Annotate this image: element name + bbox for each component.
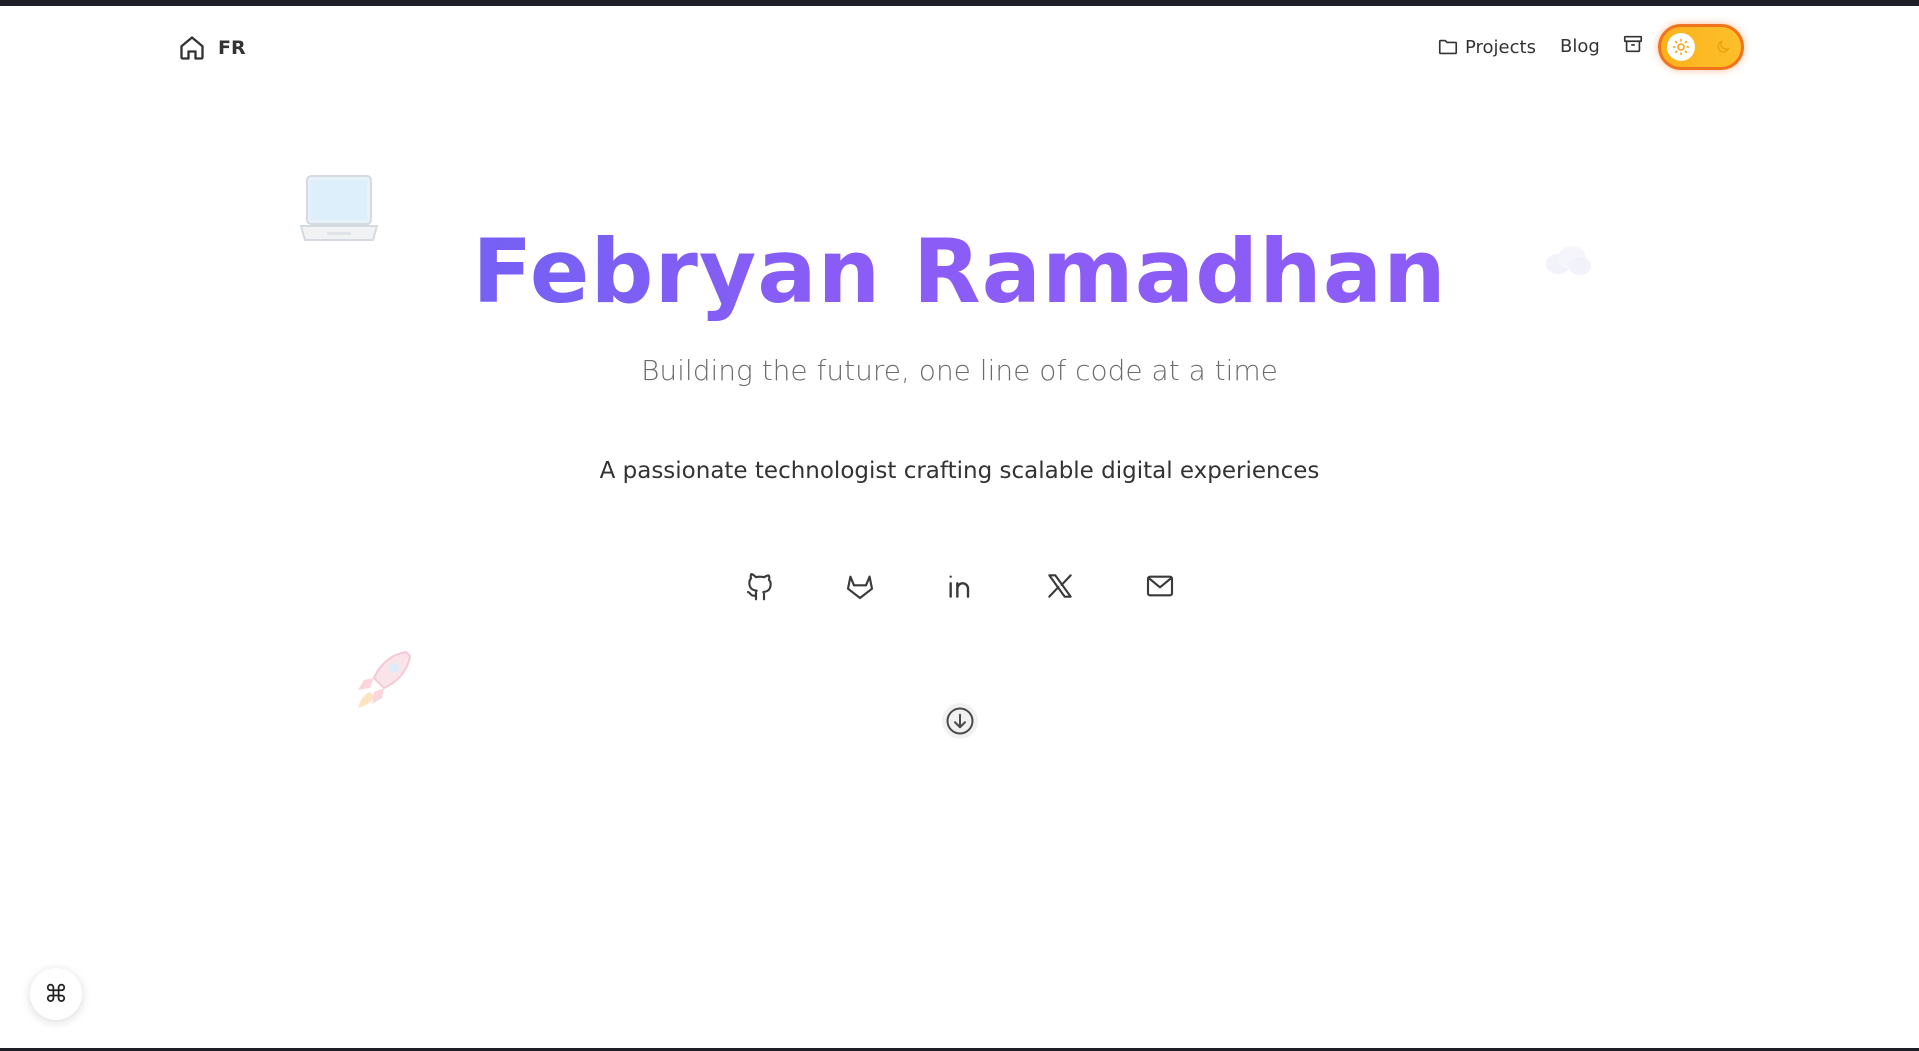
linkedin-link[interactable]: [940, 566, 980, 606]
github-link[interactable]: [740, 566, 780, 606]
hero-tagline: Building the future, one line of code at…: [641, 354, 1278, 387]
hero-description: A passionate technologist crafting scala…: [599, 458, 1320, 484]
rocket-decoration-icon: [358, 650, 412, 708]
x-twitter-link[interactable]: [1040, 566, 1080, 606]
gitlab-link[interactable]: [840, 566, 880, 606]
arrow-down-circle-icon: [946, 707, 974, 735]
scroll-down-button[interactable]: [942, 703, 978, 739]
archive-icon: [1623, 35, 1643, 53]
command-palette-button[interactable]: ⌘: [30, 968, 82, 1020]
github-icon: [746, 573, 772, 601]
linkedin-icon: [948, 575, 969, 598]
mail-icon: [1146, 575, 1173, 597]
theme-toggle[interactable]: [1658, 24, 1744, 70]
nav-blog-link[interactable]: Blog: [1560, 36, 1600, 57]
toggle-knob: [1667, 33, 1695, 61]
x-twitter-icon: [1047, 574, 1072, 598]
site-header: FR Projects Blog: [0, 6, 1919, 88]
social-links: [0, 566, 1919, 606]
hero-name: Febryan Ramadhan: [0, 212, 1919, 332]
nav-projects-label: Projects: [1465, 36, 1536, 58]
main-nav: Projects Blog: [0, 6, 1919, 88]
email-link[interactable]: [1140, 566, 1180, 606]
moon-icon: [1717, 40, 1730, 53]
gitlab-icon: [846, 575, 873, 600]
nav-archive-link[interactable]: [1622, 33, 1644, 55]
folder-icon: [1438, 39, 1458, 55]
nav-projects-link[interactable]: Projects: [1437, 36, 1536, 58]
nav-blog-label: Blog: [1560, 36, 1600, 57]
sun-icon: [1672, 38, 1690, 56]
